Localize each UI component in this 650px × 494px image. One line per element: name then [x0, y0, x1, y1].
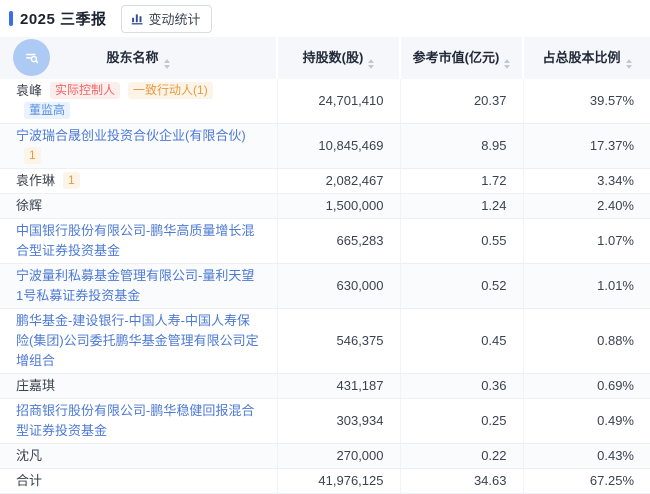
market-value-cell: 0.45	[400, 309, 523, 374]
shareholder-name-cell: 沈凡	[0, 444, 277, 469]
shareholder-name-link[interactable]: 宁波量利私募基金管理有限公司-量利天望1号私募证券投资基金	[16, 268, 254, 303]
table-row: 沈凡 270,0000.220.43%	[0, 444, 650, 469]
market-value-cell: 8.95	[400, 124, 523, 169]
report-header: 2025 三季报 变动统计	[0, 0, 650, 37]
table-row: 招商银行股份有限公司-鹏华稳健回报混合型证券投资基金 303,9340.250.4…	[0, 399, 650, 444]
ratio-cell: 39.57%	[523, 79, 650, 124]
market-value-cell: 0.55	[400, 219, 523, 264]
shares-cell: 303,934	[277, 399, 400, 444]
shareholder-tag-badge: 1	[63, 172, 80, 189]
shareholder-name-link[interactable]: 鹏华基金-建设银行-中国人寿-中国人寿保险(集团)公司委托鹏华基金管理有限公司定…	[16, 313, 259, 368]
filter-search-icon[interactable]	[13, 39, 50, 76]
shareholder-name-cell: 袁作琳 1	[0, 169, 277, 194]
shareholder-name-link[interactable]: 中国银行股份有限公司-鹏华高质量增长混合型证券投资基金	[16, 223, 254, 258]
shareholder-table: 股东名称 持股数(股) 参考市值(亿元) 占总股本比例 袁峰实际控制人一致行动人(1)…	[0, 37, 650, 494]
ratio-cell: 0.49%	[523, 399, 650, 444]
market-value-cell: 0.36	[400, 374, 523, 399]
ratio-cell: 17.37%	[523, 124, 650, 169]
shares-cell: 41,976,125	[277, 469, 400, 494]
market-value-cell: 0.25	[400, 399, 523, 444]
market-value-cell: 20.37	[400, 79, 523, 124]
shares-cell: 270,000	[277, 444, 400, 469]
table-row: 宁波量利私募基金管理有限公司-量利天望1号私募证券投资基金 630,0000.52…	[0, 264, 650, 309]
shareholder-name-cell: 宁波瑞合晟创业投资合伙企业(有限合伙) 1	[0, 124, 277, 169]
page-title: 2025 三季报	[20, 8, 107, 29]
shareholder-tag-badge: 一致行动人(1)	[128, 82, 213, 99]
shareholder-table-wrap: 股东名称 持股数(股) 参考市值(亿元) 占总股本比例 袁峰实际控制人一致行动人(1)…	[0, 37, 650, 494]
column-label: 参考市值(亿元)	[413, 50, 500, 65]
shareholder-name-cell: 合计	[0, 469, 277, 494]
change-statistics-button[interactable]: 变动统计	[121, 5, 212, 33]
ratio-cell: 0.88%	[523, 309, 650, 374]
ratio-cell: 1.07%	[523, 219, 650, 264]
table-header: 股东名称 持股数(股) 参考市值(亿元) 占总股本比例	[0, 37, 650, 79]
shares-cell: 1,500,000	[277, 194, 400, 219]
ratio-cell: 2.40%	[523, 194, 650, 219]
bar-chart-icon	[131, 12, 144, 25]
shareholder-name-cell: 袁峰实际控制人一致行动人(1) 董监高	[0, 79, 277, 124]
shareholder-name-cell: 庄嘉琪	[0, 374, 277, 399]
shareholder-name: 合计	[16, 473, 42, 488]
shareholder-name-cell: 鹏华基金-建设银行-中国人寿-中国人寿保险(集团)公司委托鹏华基金管理有限公司定…	[0, 309, 277, 374]
shareholder-name: 庄嘉琪	[16, 378, 55, 393]
shareholder-name-cell: 宁波量利私募基金管理有限公司-量利天望1号私募证券投资基金	[0, 264, 277, 309]
shareholder-name-cell: 中国银行股份有限公司-鹏华高质量增长混合型证券投资基金	[0, 219, 277, 264]
shareholder-name: 沈凡	[16, 448, 42, 463]
market-value-cell: 0.52	[400, 264, 523, 309]
ratio-cell: 0.43%	[523, 444, 650, 469]
column-header-3[interactable]: 占总股本比例	[523, 37, 650, 79]
shareholder-name-cell: 徐辉	[0, 194, 277, 219]
table-row: 鹏华基金-建设银行-中国人寿-中国人寿保险(集团)公司委托鹏华基金管理有限公司定…	[0, 309, 650, 374]
shareholder-name: 徐辉	[16, 198, 42, 213]
table-row: 袁峰实际控制人一致行动人(1) 董监高 24,701,41020.3739.57%	[0, 79, 650, 124]
ratio-cell: 0.69%	[523, 374, 650, 399]
title-accent-bar	[9, 11, 13, 26]
table-row: 袁作琳 1 2,082,4671.723.34%	[0, 169, 650, 194]
sort-caret-icon[interactable]	[368, 59, 374, 69]
ratio-cell: 3.34%	[523, 169, 650, 194]
market-value-cell: 1.24	[400, 194, 523, 219]
shares-cell: 10,845,469	[277, 124, 400, 169]
column-header-2[interactable]: 参考市值(亿元)	[400, 37, 523, 79]
shareholder-tag-badge: 董监高	[24, 102, 70, 119]
shareholder-name: 袁作琳	[16, 173, 55, 188]
table-row: 徐辉 1,500,0001.242.40%	[0, 194, 650, 219]
shareholder-name-cell: 招商银行股份有限公司-鹏华稳健回报混合型证券投资基金	[0, 399, 277, 444]
sort-caret-icon[interactable]	[626, 59, 632, 69]
ratio-cell: 67.25%	[523, 469, 650, 494]
sort-caret-icon[interactable]	[504, 59, 510, 69]
shares-cell: 431,187	[277, 374, 400, 399]
shares-cell: 24,701,410	[277, 79, 400, 124]
table-row: 庄嘉琪 431,1870.360.69%	[0, 374, 650, 399]
shareholder-name-link[interactable]: 宁波瑞合晟创业投资合伙企业(有限合伙)	[16, 128, 246, 143]
shares-cell: 546,375	[277, 309, 400, 374]
shareholder-tag-badge: 1	[24, 147, 41, 164]
column-label: 股东名称	[106, 50, 158, 65]
market-value-cell: 0.22	[400, 444, 523, 469]
shareholder-tag-badge: 实际控制人	[50, 82, 120, 99]
shareholder-report-panel: 2025 三季报 变动统计 股东名称 持股数(股) 参考市值(亿元) 占总股本比例 袁…	[0, 0, 650, 451]
column-label: 持股数(股)	[303, 50, 364, 65]
shareholder-name-link[interactable]: 招商银行股份有限公司-鹏华稳健回报混合型证券投资基金	[16, 403, 254, 438]
shares-cell: 2,082,467	[277, 169, 400, 194]
column-label: 占总股本比例	[542, 50, 620, 65]
total-row: 合计 41,976,12534.6367.25%	[0, 469, 650, 494]
column-header-1[interactable]: 持股数(股)	[277, 37, 400, 79]
shares-cell: 630,000	[277, 264, 400, 309]
table-row: 宁波瑞合晟创业投资合伙企业(有限合伙) 1 10,845,4698.9517.37%	[0, 124, 650, 169]
shareholder-name: 袁峰	[16, 83, 42, 98]
sort-caret-icon[interactable]	[164, 59, 170, 69]
shares-cell: 665,283	[277, 219, 400, 264]
table-row: 中国银行股份有限公司-鹏华高质量增长混合型证券投资基金 665,2830.551.…	[0, 219, 650, 264]
change-statistics-label: 变动统计	[149, 9, 201, 28]
ratio-cell: 1.01%	[523, 264, 650, 309]
market-value-cell: 34.63	[400, 469, 523, 494]
market-value-cell: 1.72	[400, 169, 523, 194]
